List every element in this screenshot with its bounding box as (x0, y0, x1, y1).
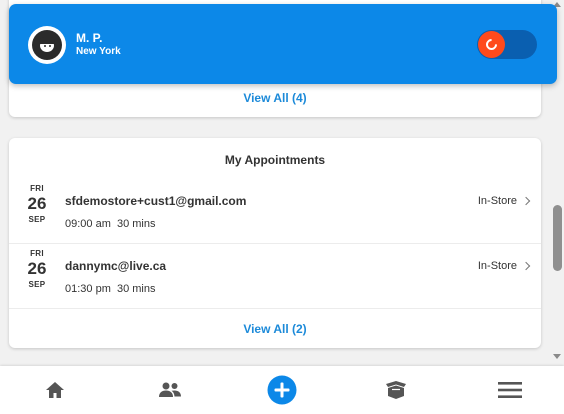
nav-home[interactable] (25, 366, 85, 414)
date-day: 26 (27, 259, 47, 278)
appointments-card: My Appointments FRI 26 SEP sfdemostore+c… (9, 138, 541, 348)
appointment-type: In-Store (477, 260, 517, 272)
bottom-nav (0, 366, 564, 414)
profile-name: M. P. (76, 31, 103, 45)
chevron-right-icon (521, 196, 531, 206)
avatar[interactable] (28, 26, 66, 64)
appointment-row[interactable]: FRI 26 SEP dannymc@live.ca 01:30 pm 30 m… (9, 245, 541, 309)
appointment-row[interactable]: FRI 26 SEP sfdemostore+cust1@gmail.com 0… (9, 180, 541, 244)
profile-banner: M. P. New York (9, 4, 557, 84)
appointment-date: FRI 26 SEP (22, 249, 52, 289)
nav-products[interactable] (366, 366, 426, 414)
availability-toggle[interactable] (477, 30, 537, 59)
nav-customers[interactable] (140, 366, 200, 414)
scroll-down-arrow-icon[interactable] (553, 354, 561, 359)
home-icon (46, 382, 64, 398)
nav-menu[interactable] (480, 366, 540, 414)
appointment-date: FRI 26 SEP (22, 184, 52, 224)
appointment-time: 01:30 pm 30 mins (65, 283, 156, 295)
customers-icon (159, 382, 181, 397)
date-month: SEP (28, 280, 46, 289)
view-all-link-appointments[interactable]: View All (2) (9, 322, 541, 336)
toggle-knob-icon (478, 31, 505, 58)
date-weekday: FRI (30, 249, 44, 258)
appointments-title: My Appointments (224, 153, 326, 167)
profile-city: New York (76, 46, 121, 57)
appointment-time: 09:00 am 30 mins (65, 218, 156, 230)
date-weekday: FRI (30, 184, 44, 193)
box-icon (386, 381, 406, 399)
scroll-thumb[interactable] (553, 205, 562, 271)
appointment-email: sfdemostore+cust1@gmail.com (65, 194, 247, 208)
nav-add[interactable] (252, 366, 312, 414)
appointment-type: In-Store (477, 195, 517, 207)
appointment-email: dannymc@live.ca (65, 259, 167, 273)
date-month: SEP (28, 215, 46, 224)
date-day: 26 (27, 194, 47, 213)
menu-icon (498, 382, 522, 398)
chevron-right-icon (521, 261, 531, 271)
avatar-face-icon (32, 30, 62, 60)
add-icon (267, 375, 297, 405)
view-all-link-top[interactable]: View All (4) (9, 91, 541, 105)
